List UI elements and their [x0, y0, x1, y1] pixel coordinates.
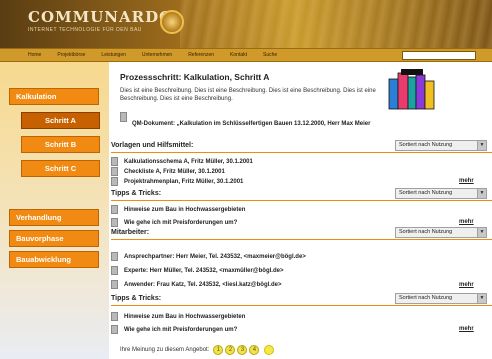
sidebar-item-schritt-a[interactable]: Schritt A	[21, 112, 100, 129]
list-item-label: Experte: Herr Müller, Tel. 243532, <maxm…	[124, 268, 284, 274]
sort-select-tipps-2[interactable]: Sortiert nach Nutzung ▼	[395, 293, 487, 304]
logo-emblem-icon	[160, 10, 184, 34]
sort-select-mitarbeiter[interactable]: Sortiert nach Nutzung ▼	[395, 227, 487, 238]
section-tipps: Tipps & Tricks: Sortiert nach Nutzung ▼	[109, 188, 492, 201]
list-item-label: Wie gehe ich mit Preisforderungen um?	[124, 327, 238, 333]
sidebar-item-schritt-b[interactable]: Schritt B	[21, 136, 100, 153]
rating-bar: Ihre Meinung zu diesem Angebot: 1 2 3 4	[120, 345, 275, 355]
bullet-icon	[111, 280, 118, 289]
qm-document-label: QM-Dokument: „Kalkulation im Schlüsselfe…	[132, 121, 371, 127]
search-input[interactable]	[402, 51, 476, 60]
list-item[interactable]: Projektrahmenplan, Fritz Müller, 30.1.20…	[111, 177, 243, 187]
chevron-down-icon: ▼	[477, 189, 486, 198]
page-description: Dies ist eine Beschreibung. Dies ist ein…	[120, 88, 376, 102]
bullet-icon	[111, 312, 118, 321]
list-item[interactable]: Wie gehe ich mit Preisforderungen um?	[111, 325, 237, 335]
sort-select-vorlagen[interactable]: Sortiert nach Nutzung ▼	[395, 140, 487, 151]
books-illustration-icon	[388, 69, 435, 110]
list-item[interactable]: Hinweise zum Bau in Hochwassergebieten	[111, 205, 245, 215]
topnav-item-home[interactable]: Home	[28, 52, 41, 58]
sort-select-label: Sortiert nach Nutzung	[399, 142, 453, 148]
sidebar-item-schritt-c[interactable]: Schritt C	[21, 160, 100, 177]
site-header: COMMUNARDO INTERNET TECHNOLOGIE FÜR DEN …	[0, 0, 492, 48]
list-item-label: Wie gehe ich mit Preisforderungen um?	[124, 220, 238, 226]
bullet-icon	[120, 112, 127, 122]
list-item-label: Projektrahmenplan, Fritz Müller, 30.1.20…	[124, 179, 244, 185]
sort-select-label: Sortiert nach Nutzung	[399, 295, 453, 301]
bullet-icon	[111, 266, 118, 275]
list-item[interactable]: Hinweise zum Bau in Hochwassergebieten	[111, 312, 245, 322]
list-item-label: Hinweise zum Bau in Hochwassergebieten	[124, 314, 246, 320]
top-navigation: Home Projektbörse Leistungen Unternehmen…	[0, 48, 492, 62]
bullet-icon	[111, 167, 118, 176]
main-content: Prozessschritt: Kalkulation, Schritt A D…	[109, 62, 492, 359]
chevron-down-icon: ▼	[477, 141, 486, 150]
section-vorlagen: Vorlagen und Hilfsmittel: Sortiert nach …	[109, 140, 492, 153]
list-item-label: Hinweise zum Bau in Hochwassergebieten	[124, 207, 246, 213]
list-item-label: Anwender: Frau Katz, Tel. 243532, <liesl…	[124, 282, 282, 288]
bullet-icon	[111, 252, 118, 261]
chevron-down-icon: ▼	[477, 228, 486, 237]
chevron-down-icon: ▼	[477, 294, 486, 303]
header-decoration	[180, 0, 492, 48]
list-item-label: Kalkulationsschema A, Fritz Müller, 30.1…	[124, 159, 253, 165]
bullet-icon	[111, 325, 118, 334]
rating-option-3[interactable]: 3	[237, 345, 248, 355]
site-logo[interactable]: COMMUNARDO	[28, 8, 173, 26]
rating-label: Ihre Meinung zu diesem Angebot:	[120, 347, 210, 353]
sidebar-item-bauvorphase[interactable]: Bauvorphase	[9, 230, 99, 247]
qm-document[interactable]: QM-Dokument: „Kalkulation im Schlüsselfe…	[120, 112, 410, 130]
section-vorlagen-title: Vorlagen und Hilfsmittel:	[111, 142, 194, 149]
section-tipps-2: Tipps & Tricks: Sortiert nach Nutzung ▼	[109, 293, 492, 306]
sidebar: Kalkulation Schritt A Schritt B Schritt …	[0, 62, 109, 359]
section-divider	[111, 305, 492, 306]
mehr-link[interactable]: mehr	[459, 282, 474, 288]
section-mitarbeiter: Mitarbeiter: Sortiert nach Nutzung ▼	[109, 227, 492, 240]
list-item[interactable]: Checkliste A, Fritz Müller, 30.1.2001	[111, 167, 225, 177]
topnav-item-leistungen[interactable]: Leistungen	[101, 52, 125, 58]
section-divider	[111, 152, 492, 153]
list-item-label: Checkliste A, Fritz Müller, 30.1.2001	[124, 169, 225, 175]
sidebar-item-verhandlung[interactable]: Verhandlung	[9, 209, 99, 226]
topnav-item-unternehmen[interactable]: Unternehmen	[142, 52, 172, 58]
page-title: Prozessschritt: Kalkulation, Schritt A	[120, 72, 270, 82]
list-item[interactable]: Kalkulationsschema A, Fritz Müller, 30.1…	[111, 157, 253, 167]
section-divider	[111, 239, 492, 240]
sort-select-label: Sortiert nach Nutzung	[399, 229, 453, 235]
mehr-link[interactable]: mehr	[459, 326, 474, 332]
sort-select-label: Sortiert nach Nutzung	[399, 190, 453, 196]
mehr-link[interactable]: mehr	[459, 219, 474, 225]
list-item[interactable]: Ansprechpartner: Herr Meier, Tel. 243532…	[111, 252, 306, 262]
rating-option-2[interactable]: 2	[225, 345, 236, 355]
topnav-item-suche[interactable]: Suche	[263, 52, 277, 58]
list-item[interactable]: Wie gehe ich mit Preisforderungen um?	[111, 218, 237, 228]
topnav-item-projektboerse[interactable]: Projektbörse	[57, 52, 85, 58]
sort-select-tipps[interactable]: Sortiert nach Nutzung ▼	[395, 188, 487, 199]
bullet-icon	[111, 177, 118, 186]
section-divider	[111, 200, 492, 201]
rating-option-1[interactable]: 1	[213, 345, 224, 355]
list-item[interactable]: Anwender: Frau Katz, Tel. 243532, <liesl…	[111, 280, 281, 290]
topnav-item-kontakt[interactable]: Kontakt	[230, 52, 247, 58]
smiley-icon	[264, 345, 275, 355]
mehr-link[interactable]: mehr	[459, 178, 474, 184]
section-tipps-title: Tipps & Tricks:	[111, 190, 162, 197]
bullet-icon	[111, 157, 118, 166]
bullet-icon	[111, 205, 118, 214]
sidebar-item-bauabwicklung[interactable]: Bauabwicklung	[9, 251, 99, 268]
sidebar-item-kalkulation[interactable]: Kalkulation	[9, 88, 99, 105]
bullet-icon	[111, 218, 118, 227]
list-item[interactable]: Experte: Herr Müller, Tel. 243532, <maxm…	[111, 266, 283, 276]
site-tagline: INTERNET TECHNOLOGIE FÜR DEN BAU	[28, 27, 142, 33]
section-mitarbeiter-title: Mitarbeiter:	[111, 229, 150, 236]
section-tipps-2-title: Tipps & Tricks:	[111, 295, 162, 302]
rating-option-4[interactable]: 4	[249, 345, 260, 355]
list-item-label: Ansprechpartner: Herr Meier, Tel. 243532…	[124, 254, 306, 260]
topnav-item-referenzen[interactable]: Referenzen	[188, 52, 214, 58]
